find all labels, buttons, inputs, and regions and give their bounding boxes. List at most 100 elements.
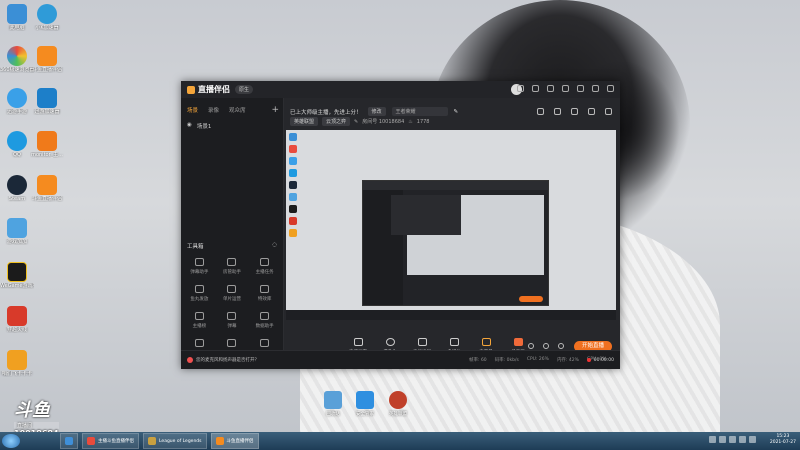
share-record-icon[interactable] xyxy=(554,108,561,115)
gear-icon[interactable] xyxy=(558,343,564,349)
sidebar-tabs: 场景 录像 观众席 xyxy=(181,98,283,118)
league-taskbar-icon xyxy=(148,437,156,445)
eye-icon[interactable]: ◉ xyxy=(187,122,192,130)
preview-nested-window xyxy=(362,180,549,306)
desktop-icon-xunyou-acc[interactable]: 迅游加速器 xyxy=(30,88,64,115)
gift-box-icon xyxy=(194,339,204,347)
tool-effects[interactable]: 特效库 xyxy=(248,285,281,302)
preview-icon xyxy=(289,133,297,141)
tool-ops[interactable]: 单片运营 xyxy=(216,285,249,302)
app-titlebar: 直播伴侣 原生 xyxy=(181,81,620,98)
wegame-icon xyxy=(7,262,27,282)
tab-audience[interactable]: 观众席 xyxy=(229,106,246,114)
media-icon xyxy=(449,338,459,346)
desktop-icon-wegame[interactable]: WeGame游戏平台 xyxy=(0,262,34,289)
rank-icon xyxy=(194,312,204,320)
tool-anchor-task[interactable]: 主播任务 xyxy=(248,258,281,275)
record-icon[interactable] xyxy=(528,343,534,349)
toolbox-grid: 弹幕助手 房管助手 主播任务 鱼丸发放 单片运营 特效库 主播榜 弹幕 数据助手… xyxy=(183,258,281,356)
desktop-icon-lol[interactable]: 英雄联盟 xyxy=(383,391,413,417)
scene-item[interactable]: ◉ 场景1 xyxy=(181,118,283,134)
cloud-icon xyxy=(7,88,27,108)
task-icon xyxy=(260,258,270,266)
room-name-field[interactable]: 王者荣耀 xyxy=(391,107,448,116)
sub-category-pill[interactable]: 云顶之弈 xyxy=(322,117,351,126)
audio-prompt[interactable]: 您的麦克风和扬声器是否打开？ xyxy=(187,357,259,363)
desktop-icon-game-plus[interactable]: 游戏加加 xyxy=(0,218,34,245)
tool-extra-2-icon xyxy=(260,339,270,347)
add-scene-button[interactable]: + xyxy=(271,105,279,115)
desktop-icon-douyu[interactable]: 斗鱼直播伴侣 xyxy=(30,46,64,73)
tool-room-admin[interactable]: 房管助手 xyxy=(216,258,249,275)
desktop-icon-xunyou[interactable]: 迅游手游 xyxy=(0,88,34,115)
desktop-icon-monitor[interactable]: monitor_主... xyxy=(30,131,64,158)
message-icon[interactable] xyxy=(517,85,524,92)
kart-icon xyxy=(7,350,27,370)
edit-pencil-icon[interactable]: ✎ xyxy=(454,109,459,115)
stat-fps: 帧率: 60 xyxy=(469,358,487,363)
cloud-taskbar-icon xyxy=(65,437,73,445)
tool-danmu-assist[interactable]: 弹幕助手 xyxy=(183,258,216,275)
desktop-icon-douyu-2[interactable]: 斗鱼直播伴侣 xyxy=(30,175,64,202)
edit-notice-button[interactable]: 修改 xyxy=(367,107,386,116)
taskbar-item-xunyou[interactable] xyxy=(60,433,78,449)
preview-icon xyxy=(289,193,297,201)
tab-record[interactable]: 录像 xyxy=(208,106,219,114)
desktop-icon-qq[interactable]: QQ xyxy=(0,131,34,158)
tray-icon[interactable] xyxy=(729,436,736,443)
desktop-icon-computer[interactable]: 此电脑 xyxy=(0,4,34,31)
screen-icon xyxy=(353,338,363,346)
taskbar-item-browser[interactable]: 主播斗鱼直播伴侣 xyxy=(82,433,139,449)
category-pill[interactable]: 英雄联盟 xyxy=(290,117,319,126)
toolbox-header: 工具箱 ◌ xyxy=(187,242,277,250)
tray-icon[interactable] xyxy=(709,436,716,443)
bell-icon[interactable] xyxy=(588,108,595,115)
desktop-icon-accelerator[interactable]: 小K加速器 xyxy=(30,4,64,31)
tool-rank[interactable]: 主播榜 xyxy=(183,312,216,329)
desktop-icon-crossfire[interactable]: 穿越火线 xyxy=(0,306,34,333)
close-icon[interactable] xyxy=(607,85,614,92)
taskbar-item-lol[interactable]: League of Legends xyxy=(143,433,207,449)
window-icon[interactable] xyxy=(571,108,578,115)
preview-icon xyxy=(289,169,297,177)
tab-scene[interactable]: 场景 xyxy=(187,106,198,114)
desktop-icon-recycle[interactable]: 回收站 xyxy=(318,391,348,417)
desktop-icon-steam[interactable]: Steam xyxy=(0,175,34,202)
tool-fishball[interactable]: 鱼丸发放 xyxy=(183,285,216,302)
view-icon[interactable] xyxy=(543,343,549,349)
desktop-icon-security[interactable]: 安全管家 xyxy=(350,391,380,417)
tool-data[interactable]: 数据助手 xyxy=(248,312,281,329)
desktop-icon-browser[interactable]: 360极速浏览器 xyxy=(0,46,34,73)
settings-icon[interactable] xyxy=(547,85,554,92)
skin-icon[interactable] xyxy=(532,85,539,92)
toolbox-more-icon[interactable]: ◌ xyxy=(272,242,277,250)
desktop-icon-kart[interactable]: 咱们飞卡卡卡 xyxy=(0,350,34,377)
steam-icon xyxy=(7,175,27,195)
start-button[interactable] xyxy=(2,434,20,448)
danmu-icon xyxy=(194,258,204,266)
lock-shield-icon xyxy=(356,391,374,409)
edit-category-icon[interactable]: ✎ xyxy=(354,119,358,125)
tray-icon[interactable] xyxy=(719,436,726,443)
app-title: 直播伴侣 xyxy=(198,85,230,94)
preview-taskbar xyxy=(286,310,616,320)
tool-danmu[interactable]: 弹幕 xyxy=(216,312,249,329)
nested-titlebar xyxy=(363,181,548,190)
taskbar-clock[interactable]: 15:23 2021-07-27 xyxy=(770,434,796,446)
taskbar-item-douyu[interactable]: 斗鱼直播伴侣 xyxy=(210,433,259,449)
accelerator-icon xyxy=(37,4,57,24)
preview-icon xyxy=(289,181,297,189)
stream-preview[interactable] xyxy=(286,130,616,320)
share-icon[interactable] xyxy=(605,108,612,115)
maximize-icon[interactable] xyxy=(592,85,599,92)
lock-icon[interactable] xyxy=(537,108,544,115)
room-notice-row: 已上大师级主播，先进上分！ 修改 王者荣耀 ✎ xyxy=(290,107,458,116)
scene-label: 场景1 xyxy=(196,124,212,130)
minimize-icon[interactable] xyxy=(577,85,584,92)
menu-icon[interactable] xyxy=(562,85,569,92)
main-toolbar-icons xyxy=(537,108,612,115)
douyu-taskbar-icon xyxy=(215,437,224,445)
volume-icon[interactable] xyxy=(749,436,756,443)
tray-icon[interactable] xyxy=(739,436,746,443)
version-badge[interactable]: 原生 xyxy=(235,85,254,94)
